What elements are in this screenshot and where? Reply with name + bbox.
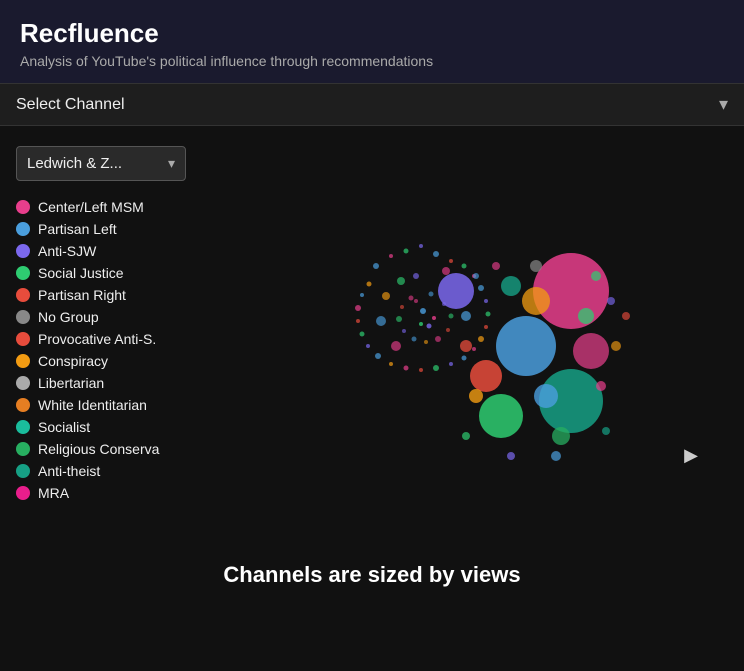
legend-dot-conspiracy (16, 354, 30, 368)
visualization-area: ▶ (216, 146, 728, 546)
app-title: Recfluence (20, 18, 724, 49)
select-channel-bar[interactable]: Select Channel ▾ (0, 84, 744, 126)
legend-item-partisan-left: Partisan Left (16, 221, 216, 237)
legend-dot-partisan-left (16, 222, 30, 236)
legend-label-libertarian: Libertarian (38, 375, 104, 391)
bottom-label: Channels are sized by views (0, 546, 744, 602)
legend-item-no-group: No Group (16, 309, 216, 325)
legend-item-white-identitarian: White Identitarian (16, 397, 216, 413)
legend-dot-white-identitarian (16, 398, 30, 412)
header: Recfluence Analysis of YouTube's politic… (0, 0, 744, 84)
legend-item-provocative-anti-s: Provocative Anti-S. (16, 331, 216, 347)
legend-dot-libertarian (16, 376, 30, 390)
channel-dropdown-label: Ledwich & Z... (27, 155, 162, 172)
app-subtitle: Analysis of YouTube's political influenc… (20, 53, 724, 69)
legend-label-white-identitarian: White Identitarian (38, 397, 147, 413)
legend-label-social-justice: Social Justice (38, 265, 124, 281)
legend-dot-partisan-right (16, 288, 30, 302)
legend-item-conspiracy: Conspiracy (16, 353, 216, 369)
legend-item-socialist: Socialist (16, 419, 216, 435)
legend-dot-no-group (16, 310, 30, 324)
channel-dropdown[interactable]: Ledwich & Z... ▾ (16, 146, 186, 181)
legend-dot-anti-theist (16, 464, 30, 478)
channel-dropdown-arrow-icon: ▾ (168, 155, 175, 172)
legend-item-religious-conserva: Religious Conserva (16, 441, 216, 457)
legend-item-mra: MRA (16, 485, 216, 501)
legend-label-anti-theist: Anti-theist (38, 463, 100, 479)
legend-list: Center/Left MSM Partisan Left Anti-SJW Soci… (16, 199, 216, 501)
legend-item-anti-theist: Anti-theist (16, 463, 216, 479)
legend-label-provocative-anti-s: Provocative Anti-S. (38, 331, 156, 347)
legend-label-center-left-msm: Center/Left MSM (38, 199, 144, 215)
legend-label-conspiracy: Conspiracy (38, 353, 108, 369)
legend-label-anti-sjw: Anti-SJW (38, 243, 96, 259)
legend-dot-social-justice (16, 266, 30, 280)
legend-dot-religious-conserva (16, 442, 30, 456)
legend-dot-socialist (16, 420, 30, 434)
left-panel: Ledwich & Z... ▾ Center/Left MSM Partisan… (16, 146, 216, 546)
bubble-chart (216, 146, 636, 506)
select-channel-label: Select Channel (16, 96, 125, 114)
cursor-indicator: ▶ (684, 445, 698, 466)
legend-dot-center-left-msm (16, 200, 30, 214)
legend-label-partisan-left: Partisan Left (38, 221, 117, 237)
legend-label-no-group: No Group (38, 309, 99, 325)
legend-item-social-justice: Social Justice (16, 265, 216, 281)
legend-item-center-left-msm: Center/Left MSM (16, 199, 216, 215)
legend-dot-mra (16, 486, 30, 500)
legend-label-mra: MRA (38, 485, 69, 501)
legend-item-partisan-right: Partisan Right (16, 287, 216, 303)
legend-label-religious-conserva: Religious Conserva (38, 441, 159, 457)
legend-item-anti-sjw: Anti-SJW (16, 243, 216, 259)
legend-label-socialist: Socialist (38, 419, 90, 435)
main-content: Ledwich & Z... ▾ Center/Left MSM Partisan… (0, 126, 744, 546)
select-channel-chevron-icon: ▾ (719, 94, 728, 115)
legend-dot-provocative-anti-s (16, 332, 30, 346)
legend-dot-anti-sjw (16, 244, 30, 258)
legend-item-libertarian: Libertarian (16, 375, 216, 391)
legend-label-partisan-right: Partisan Right (38, 287, 126, 303)
